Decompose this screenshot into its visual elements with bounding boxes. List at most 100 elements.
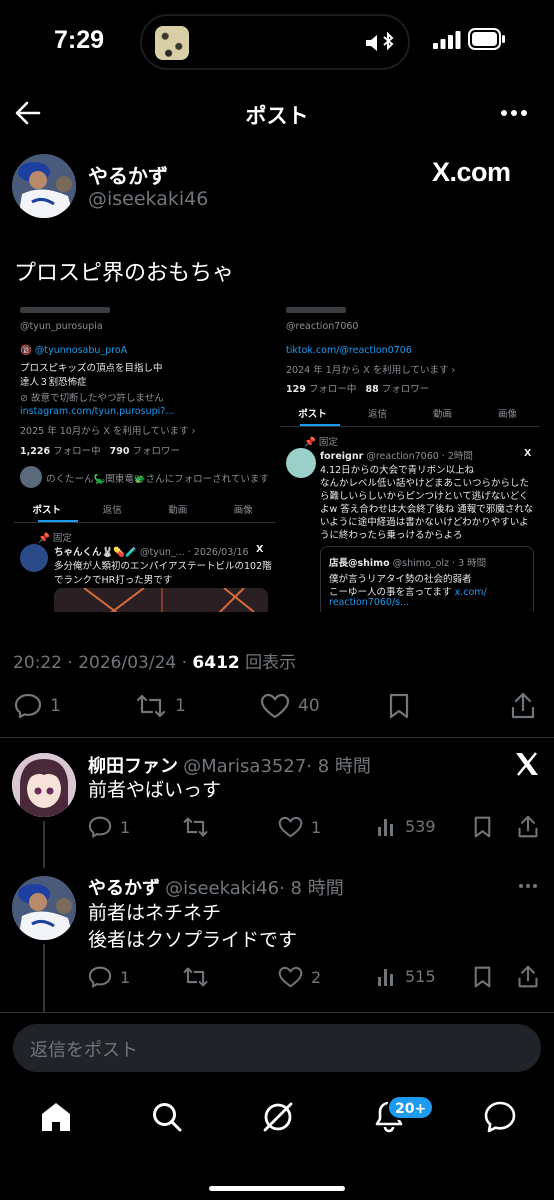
quote-line2: こーゆー人の事を言ってます x.com/ xyxy=(329,587,487,598)
reply2-name[interactable]: やるかず xyxy=(88,878,160,899)
reply2-views[interactable]: 515 xyxy=(377,966,436,986)
right-tab-2: 動画 xyxy=(432,409,452,420)
heart-icon xyxy=(278,816,303,838)
reply2-handle[interactable]: @iseekaki46 xyxy=(165,878,279,899)
reply1-handle[interactable]: @Marisa3527 xyxy=(183,756,306,777)
reply2-text-line2: 後者はクソプライドです xyxy=(88,929,298,951)
grok-icon[interactable] xyxy=(261,1100,295,1134)
more-options-icon[interactable] xyxy=(518,883,538,889)
media-thumbnail xyxy=(155,26,189,60)
left-tweet-media xyxy=(54,588,268,612)
left-handle: @tyun_purosupia xyxy=(20,321,103,332)
reply1-like-count: 1 xyxy=(311,817,322,837)
left-link1: 🔞 @tyunnosabu_proA xyxy=(20,345,128,356)
reply1-avatar[interactable] xyxy=(12,753,76,817)
left-tab-1: 返信 xyxy=(102,505,122,516)
post-image[interactable]: @tyun_purosupia 🔞 @tyunnosabu_proA プロスピキ… xyxy=(14,306,540,612)
post-text: プロスピ界のおもちゃ xyxy=(14,261,235,286)
reply1-text: 前者やばいっす xyxy=(88,779,222,801)
like-action[interactable]: 40 xyxy=(260,693,320,719)
thread-line xyxy=(43,821,45,868)
right-tab-3: 画像 xyxy=(497,409,517,420)
analytics-icon xyxy=(377,966,397,986)
messages-icon[interactable] xyxy=(483,1100,517,1134)
right-quote-card: 店長@shimo @shimo_olz · 3 時間 僕が言うリアタイ勢の社会的… xyxy=(320,546,534,612)
follower-avatar xyxy=(20,466,42,488)
left-x-icon: X xyxy=(256,544,264,555)
right-tab-0: ポスト xyxy=(298,409,327,420)
reply-action[interactable]: 1 xyxy=(14,693,61,719)
divider xyxy=(0,1012,554,1013)
post-date: 2026/03/24 xyxy=(78,653,177,673)
left-tweet-header: ちゃんくん🐰💊🧪 @tyun_... · 2026/03/16 xyxy=(54,547,249,558)
left-link2: instagram.com/tyun.purosupi?... xyxy=(20,406,175,417)
battery-icon xyxy=(468,28,506,50)
like-count: 40 xyxy=(298,696,320,716)
left-tweet-avatar xyxy=(20,544,48,572)
reply1-name[interactable]: 柳田ファン xyxy=(88,756,178,777)
search-icon[interactable] xyxy=(151,1101,183,1133)
right-joined: 2024 年 1月から X を利用しています › xyxy=(286,365,456,376)
left-follow-counts: 1,226 フォロー中 790 フォロワー xyxy=(20,446,181,457)
reply2-text-line1: 前者はネチネチ xyxy=(88,902,222,924)
reply1-header: 柳田ファン @Marisa3527· 8 時間 xyxy=(88,752,371,778)
home-icon[interactable] xyxy=(40,1101,72,1133)
right-tweet-line4: いように途中経過は書かないけどわかりやすいよ xyxy=(320,517,529,528)
bookmark-icon[interactable] xyxy=(473,966,492,988)
reply2-header: やるかず @iseekaki46· 8 時間 xyxy=(88,874,344,900)
more-options-icon[interactable] xyxy=(500,109,528,117)
right-tabs: ポスト 返信 動画 画像 xyxy=(280,406,540,420)
share-icon[interactable] xyxy=(510,692,536,720)
left-warning: ⊘ 故意で切断したやつ許しません xyxy=(20,393,164,404)
right-tweet-line3: よw 答え合わせは大会終了後ね 通報で邪魔されな xyxy=(320,504,534,515)
bookmark-icon[interactable] xyxy=(388,693,410,719)
reply1-repost-action[interactable] xyxy=(182,816,209,838)
dynamic-island xyxy=(140,14,410,70)
thread-line xyxy=(43,944,45,1012)
repost-action[interactable]: 1 xyxy=(135,693,186,719)
reply1-reply-count: 1 xyxy=(120,817,131,837)
heart-icon xyxy=(260,693,290,719)
reply1-views[interactable]: 539 xyxy=(377,816,436,836)
reply1-like-action[interactable]: 1 xyxy=(278,816,321,838)
left-joined: 2025 年 10月から X を利用しています › xyxy=(20,426,196,437)
right-tab-1: 返信 xyxy=(367,409,387,420)
author-handle[interactable]: @iseekaki46 xyxy=(88,188,208,210)
left-bio1: プロスピキッズの頂点を目指し中 xyxy=(20,363,163,374)
left-tab-divider xyxy=(14,522,276,523)
reply-placeholder: 返信をポスト xyxy=(30,1040,138,1061)
reply2-like-action[interactable]: 2 xyxy=(278,966,321,988)
left-tweet-line1: 多分俺が人類初のエンパイアステートビルの102階 xyxy=(54,561,272,572)
home-indicator xyxy=(209,1186,345,1191)
reply2-time: · 8 時間 xyxy=(279,878,344,899)
reply-count: 1 xyxy=(50,696,61,716)
left-tab-3: 画像 xyxy=(233,505,253,516)
right-follow-counts: 129 フォロー中 88 フォロワー xyxy=(286,384,430,395)
heart-icon xyxy=(278,966,303,988)
left-bio2: 達人３割恐怖症 xyxy=(20,377,87,388)
cropped-name-right xyxy=(286,307,346,313)
reply2-repost-action[interactable] xyxy=(182,966,209,988)
reply2-avatar[interactable] xyxy=(12,876,76,940)
share-icon[interactable] xyxy=(517,815,539,839)
right-tab-divider xyxy=(280,426,540,427)
right-tweet-avatar xyxy=(286,448,316,478)
right-tweet-line1: なんかレベル低い話やけどまあこいつらからした xyxy=(320,478,530,489)
reply1-view-count: 539 xyxy=(405,816,436,836)
bookmark-icon[interactable] xyxy=(473,816,492,838)
repost-icon xyxy=(135,693,167,719)
right-x-icon: X xyxy=(524,448,532,459)
comment-icon xyxy=(14,693,42,719)
repost-icon xyxy=(182,816,209,838)
author-avatar[interactable] xyxy=(12,154,76,218)
author-name[interactable]: やるかず xyxy=(88,160,168,189)
analytics-icon xyxy=(377,816,397,836)
share-icon[interactable] xyxy=(517,965,539,989)
right-handle: @reaction7060 xyxy=(286,321,359,332)
reply1-reply-action[interactable]: 1 xyxy=(88,816,130,838)
quote-header: 店長@shimo @shimo_olz · 3 時間 xyxy=(329,558,487,569)
views-label: 回表示 xyxy=(245,653,297,673)
reply2-reply-action[interactable]: 1 xyxy=(88,966,130,988)
cellular-signal-icon xyxy=(433,31,461,49)
quote-link2: reaction7060/s... xyxy=(329,597,410,608)
